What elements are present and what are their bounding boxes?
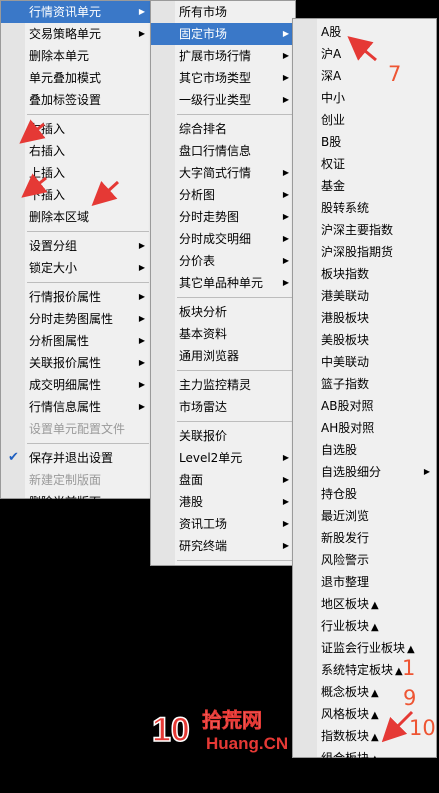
arrow-left-insert xyxy=(19,119,46,144)
watermark: 10 拾荒网 Huang.CN xyxy=(150,705,439,755)
arrow-a-share xyxy=(347,36,377,62)
expand-triangle-icon: ▲ xyxy=(371,776,379,787)
menu-item-label: 自定板块 xyxy=(321,773,370,787)
watermark-logo: 10 拾荒网 Huang.CN xyxy=(151,708,288,753)
svg-text:拾荒网: 拾荒网 xyxy=(202,708,262,732)
menu3-item-34[interactable]: 自定板块 ▲ xyxy=(293,769,436,791)
annotation-arrows xyxy=(19,36,414,743)
svg-text:Huang.CN: Huang.CN xyxy=(206,734,288,753)
svg-text:10: 10 xyxy=(152,711,190,749)
arrow-below-insert xyxy=(21,173,48,198)
expand-triangle-icon: ▲ xyxy=(371,754,379,765)
arrow-delete-area xyxy=(91,180,120,207)
annotation-number-7: 7 xyxy=(388,62,402,86)
annotation-number-1: 1 xyxy=(402,656,416,680)
